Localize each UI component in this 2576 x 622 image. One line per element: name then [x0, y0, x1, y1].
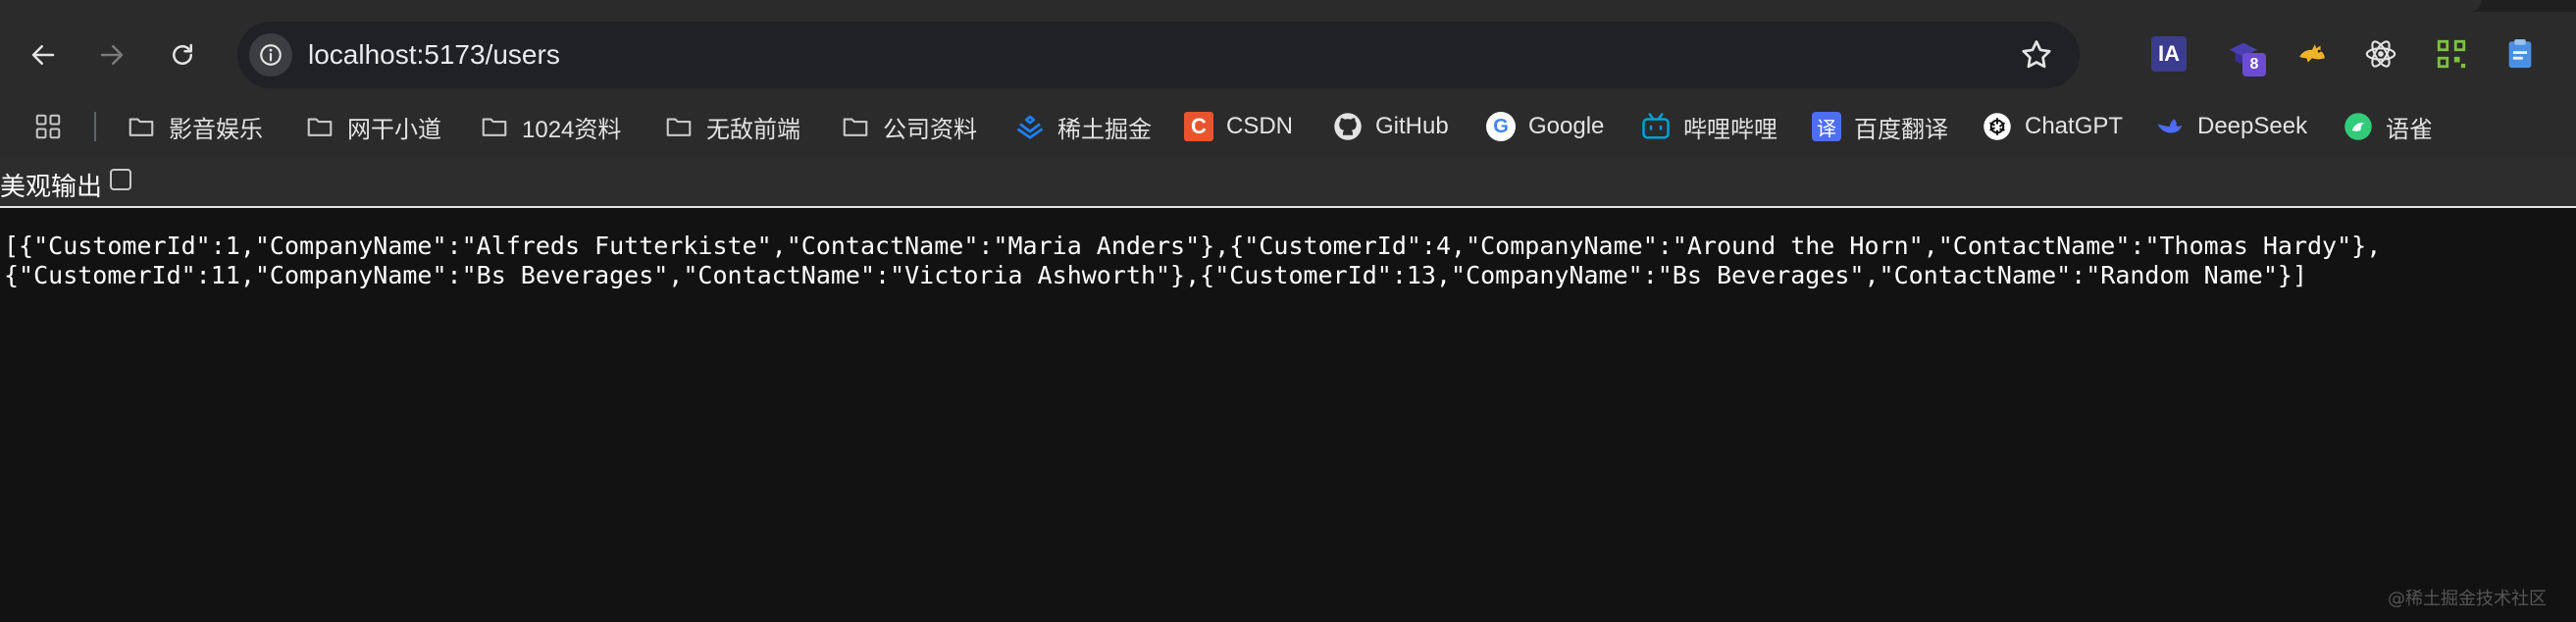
bookmark-label: DeepSeek	[2197, 113, 2308, 139]
page-content: 美观输出 [{"CustomerId":1,"CompanyName":"Alf…	[0, 155, 2576, 622]
bookmark-哔哩哔哩[interactable]: 哔哩哔哩	[1640, 106, 1777, 147]
back-button[interactable]	[22, 33, 65, 77]
pretty-print-bar: 美观输出	[0, 155, 2576, 208]
bookmarks-divider	[94, 112, 96, 141]
bookmarks-bar: 影音娱乐 网干小道 1024资料 无敌前端 公司资料 稀土掘金 C CSDN G…	[0, 98, 2576, 155]
url-text[interactable]: localhost:5173/users	[308, 22, 560, 88]
bookmark-label: 1024资料	[522, 116, 622, 143]
bookmark-label: GitHub	[1375, 113, 1449, 139]
folder-icon	[840, 111, 871, 142]
address-bar[interactable]: localhost:5173/users	[237, 22, 2080, 88]
clipboard-icon[interactable]	[2498, 31, 2543, 77]
react-atom-shape	[2365, 40, 2396, 68]
watermark: @稀土掘金技术社区	[2388, 589, 2547, 609]
info-icon	[260, 44, 282, 66]
bookmark-label: 稀土掘金	[1057, 116, 1152, 143]
bookmark-CSDN[interactable]: C CSDN	[1183, 106, 1293, 147]
folder-icon	[479, 111, 510, 142]
deepseek-icon	[2154, 111, 2186, 142]
bookmark-百度翻译[interactable]: 译 百度翻译	[1811, 106, 1948, 147]
bookmark-label: 网干小道	[347, 116, 441, 143]
bookmark-label: 无敌前端	[706, 116, 800, 143]
apps-grid-icon	[35, 114, 61, 139]
cat-icon[interactable]	[2290, 31, 2335, 77]
bookmark-GitHub[interactable]: GitHub	[1332, 106, 1449, 147]
bookmark-Google[interactable]: G Google	[1485, 106, 1604, 147]
extension-badge: 8	[2242, 53, 2266, 77]
bookmark-label: 百度翻译	[1854, 116, 1948, 143]
translate-icon: 译	[1811, 111, 1842, 142]
bookmark-DeepSeek[interactable]: DeepSeek	[2154, 106, 2307, 147]
bookmark-folder-网干小道[interactable]: 网干小道	[304, 106, 441, 147]
cat-shape	[2299, 44, 2325, 63]
bookmark-label: ChatGPT	[2025, 113, 2124, 139]
chatgpt-icon	[1982, 111, 2013, 142]
qr-code-icon[interactable]	[2429, 31, 2474, 77]
react-icon[interactable]	[2358, 31, 2403, 77]
site-info-button[interactable]	[249, 33, 292, 77]
bookmark-star-icon[interactable]	[2019, 37, 2054, 73]
bookmark-label: 公司资料	[883, 116, 977, 143]
bookmark-folder-影音娱乐[interactable]: 影音娱乐	[126, 106, 263, 147]
reload-button[interactable]	[161, 33, 204, 77]
pretty-print-checkbox[interactable]	[110, 169, 131, 190]
reload-icon	[173, 43, 192, 65]
bookmark-label: 语雀	[2386, 116, 2433, 143]
bookmark-label: Google	[1528, 113, 1605, 139]
arrow-left-icon	[31, 45, 55, 65]
folder-icon	[126, 111, 157, 142]
ia-icon-label: IA	[2151, 36, 2187, 72]
json-line: {"CustomerId":11,"CompanyName":"Bs Bever…	[4, 261, 2307, 289]
yuque-icon	[2343, 111, 2374, 142]
browser-toolbar: localhost:5173/users IA 8	[0, 12, 2576, 98]
bookmark-稀土掘金[interactable]: 稀土掘金	[1014, 106, 1152, 147]
csdn-icon: C	[1183, 111, 1214, 142]
github-icon	[1332, 111, 1364, 142]
apps-button[interactable]	[33, 106, 63, 147]
ia-icon[interactable]: IA	[2146, 31, 2191, 77]
json-line: [{"CustomerId":1,"CompanyName":"Alfreds …	[4, 232, 2382, 260]
bilibili-icon	[1640, 111, 1672, 142]
bookmark-folder-无敌前端[interactable]: 无敌前端	[663, 106, 800, 147]
bookmark-ChatGPT[interactable]: ChatGPT	[1982, 106, 2123, 147]
graduation-cap-icon[interactable]: 8	[2221, 31, 2266, 77]
google-icon: G	[1485, 111, 1517, 142]
pretty-print-label: 美观输出	[0, 173, 103, 202]
folder-icon	[663, 111, 695, 142]
active-tab[interactable]	[0, 0, 2482, 12]
bookmark-label: 哔哩哔哩	[1683, 116, 1777, 143]
bookmark-语雀[interactable]: 语雀	[2343, 106, 2433, 147]
juejin-icon	[1014, 111, 1046, 142]
tab-strip	[0, 0, 2576, 12]
clipboard-shape	[2508, 39, 2532, 69]
bookmark-folder-1024资料[interactable]: 1024资料	[479, 106, 621, 147]
forward-button[interactable]	[90, 33, 133, 77]
bookmark-label: CSDN	[1226, 113, 1294, 139]
arrow-right-icon	[100, 45, 124, 65]
folder-icon	[304, 111, 335, 142]
bookmark-label: 影音娱乐	[169, 116, 263, 143]
json-response: [{"CustomerId":1,"CompanyName":"Alfreds …	[4, 232, 2554, 290]
qr-shape	[2437, 39, 2466, 69]
bookmark-folder-公司资料[interactable]: 公司资料	[840, 106, 977, 147]
